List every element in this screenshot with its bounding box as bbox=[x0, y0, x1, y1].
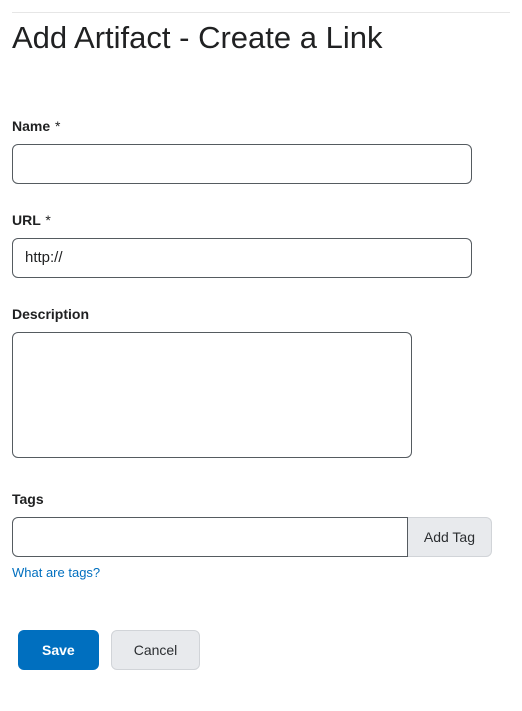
tags-row: Add Tag bbox=[12, 517, 492, 557]
cancel-button[interactable]: Cancel bbox=[111, 630, 201, 670]
field-tags: Tags Add Tag What are tags? bbox=[12, 491, 510, 582]
tags-label: Tags bbox=[12, 491, 510, 507]
url-required-marker: * bbox=[45, 212, 50, 228]
save-button[interactable]: Save bbox=[18, 630, 99, 670]
add-tag-button[interactable]: Add Tag bbox=[408, 517, 492, 557]
name-required-marker: * bbox=[55, 118, 60, 134]
description-label: Description bbox=[12, 306, 510, 322]
url-label: URL * bbox=[12, 212, 510, 228]
name-input[interactable] bbox=[12, 144, 472, 184]
description-textarea[interactable] bbox=[12, 332, 412, 458]
top-divider bbox=[12, 12, 510, 13]
name-label-text: Name bbox=[12, 118, 50, 134]
name-label: Name * bbox=[12, 118, 510, 134]
create-link-form: Name * URL * Description Tags Add Tag Wh… bbox=[12, 118, 510, 670]
tags-input[interactable] bbox=[12, 517, 408, 557]
form-actions: Save Cancel bbox=[12, 630, 510, 670]
field-url: URL * bbox=[12, 212, 510, 278]
field-description: Description bbox=[12, 306, 510, 463]
field-name: Name * bbox=[12, 118, 510, 184]
page-title: Add Artifact - Create a Link bbox=[12, 19, 510, 58]
url-input[interactable] bbox=[12, 238, 472, 278]
url-label-text: URL bbox=[12, 212, 41, 228]
what-are-tags-link[interactable]: What are tags? bbox=[12, 565, 100, 580]
